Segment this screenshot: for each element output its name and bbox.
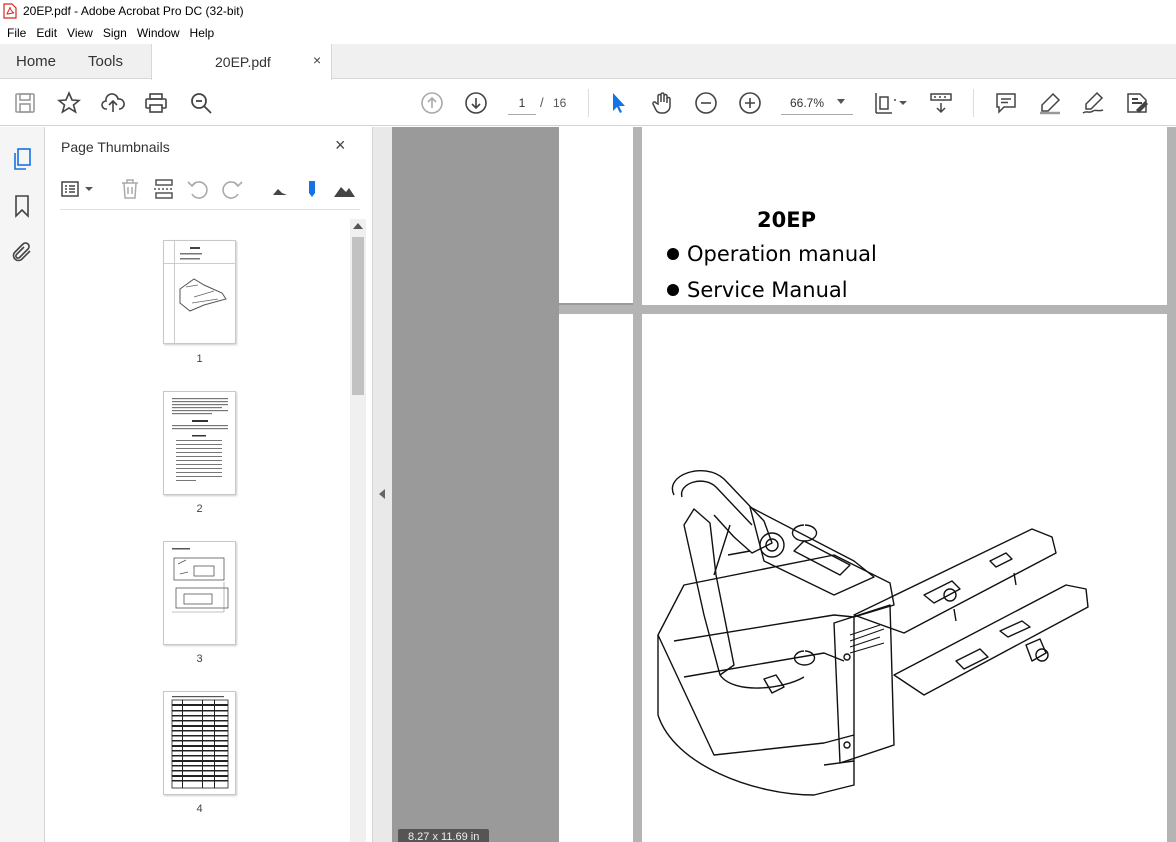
thumbnail-large-icon[interactable] bbox=[332, 177, 356, 201]
page-thumbnail-2[interactable] bbox=[163, 391, 236, 495]
window-title: 20EP.pdf - Adobe Acrobat Pro DC (32-bit) bbox=[23, 4, 244, 18]
print-icon[interactable] bbox=[144, 91, 168, 115]
thumbnail-4-content bbox=[171, 696, 229, 789]
tab-home[interactable]: Home bbox=[16, 53, 56, 70]
menu-bar: File Edit View Sign Window Help bbox=[0, 22, 1176, 44]
thumbnail-2-number: 2 bbox=[196, 503, 203, 515]
attachments-icon[interactable] bbox=[10, 240, 34, 264]
menu-window[interactable]: Window bbox=[137, 26, 180, 40]
document-tab-label: 20EP.pdf bbox=[215, 54, 271, 70]
page-size-indicator: 8.27 x 11.69 in bbox=[398, 829, 490, 842]
bullet-dot-icon bbox=[667, 248, 679, 260]
panel-collapse-strip[interactable] bbox=[373, 127, 392, 842]
zoom-select[interactable]: 66.7% bbox=[781, 91, 853, 115]
select-cursor-icon[interactable] bbox=[606, 91, 630, 115]
delete-page-icon[interactable] bbox=[118, 177, 142, 201]
page-frame-line bbox=[559, 305, 1167, 314]
page-thumbnails-icon[interactable] bbox=[10, 147, 34, 171]
page-frame-line bbox=[1167, 127, 1176, 842]
document-view[interactable]: 20EP Operation manual Service Manual 8.2… bbox=[392, 127, 1176, 842]
page-down-icon[interactable] bbox=[464, 91, 488, 115]
toolbar-divider bbox=[973, 89, 974, 117]
page-number-input[interactable]: 1 bbox=[508, 91, 536, 115]
zoom-out-icon[interactable] bbox=[694, 91, 718, 115]
thumbnail-3-content bbox=[172, 548, 229, 613]
options-menu-icon[interactable] bbox=[60, 177, 84, 201]
hand-icon[interactable] bbox=[650, 91, 674, 115]
menu-file[interactable]: File bbox=[7, 26, 26, 40]
save-icon[interactable] bbox=[13, 91, 37, 115]
menu-help[interactable]: Help bbox=[190, 26, 215, 40]
scrollbar-thumb[interactable] bbox=[352, 237, 364, 395]
document-title: 20EP bbox=[757, 208, 816, 232]
scroll-up-arrow-icon[interactable] bbox=[353, 223, 363, 229]
thumbnails-scrollbar[interactable] bbox=[350, 219, 366, 842]
chevron-down-icon bbox=[837, 99, 845, 104]
tab-bar: Home Tools 20EP.pdf × bbox=[0, 44, 1176, 80]
total-pages: 16 bbox=[553, 96, 567, 110]
page-thumbnail-3[interactable] bbox=[163, 541, 236, 645]
title-bar: 20EP.pdf - Adobe Acrobat Pro DC (32-bit) bbox=[0, 0, 1176, 22]
close-panel-icon[interactable]: × bbox=[335, 135, 346, 156]
bullet-dot-icon bbox=[667, 284, 679, 296]
tab-tools[interactable]: Tools bbox=[88, 53, 123, 70]
thumbnail-1-content bbox=[164, 241, 235, 343]
thumbnail-2-content bbox=[172, 398, 228, 481]
comment-icon[interactable] bbox=[994, 91, 1018, 115]
panel-divider bbox=[60, 209, 360, 210]
options-dropdown-icon[interactable] bbox=[84, 177, 94, 201]
page-fit-icon[interactable] bbox=[872, 91, 898, 115]
page-thumbnail-1[interactable] bbox=[163, 240, 236, 344]
sign-icon[interactable] bbox=[1081, 91, 1105, 115]
page-frame-line bbox=[633, 127, 642, 842]
zoom-in-icon[interactable] bbox=[738, 91, 762, 115]
thumbnail-4-number: 4 bbox=[196, 803, 203, 815]
thumbnail-1-number: 1 bbox=[196, 353, 203, 365]
pallet-truck-illustration bbox=[657, 470, 1089, 796]
bookmark-star-icon[interactable] bbox=[56, 90, 82, 115]
thumbnail-3-number: 3 bbox=[196, 653, 203, 665]
menu-sign[interactable]: Sign bbox=[103, 26, 127, 40]
thumbnail-size-slider-icon[interactable] bbox=[300, 177, 324, 201]
upload-icon[interactable] bbox=[101, 91, 125, 115]
page-thumbnail-4[interactable] bbox=[163, 691, 236, 795]
scroll-mode-icon[interactable] bbox=[929, 91, 953, 115]
bookmarks-icon[interactable] bbox=[10, 194, 34, 218]
tab-document[interactable]: 20EP.pdf × bbox=[151, 44, 332, 80]
toolbar-divider bbox=[588, 89, 589, 117]
bullet-service-manual: Service Manual bbox=[667, 278, 848, 302]
page-up-icon[interactable] bbox=[420, 91, 444, 115]
insert-page-icon[interactable] bbox=[152, 177, 176, 201]
acrobat-pdf-icon bbox=[3, 3, 17, 19]
menu-edit[interactable]: Edit bbox=[36, 26, 57, 40]
close-tab-icon[interactable]: × bbox=[313, 52, 321, 68]
collapse-left-arrow-icon[interactable] bbox=[379, 489, 385, 499]
menu-view[interactable]: View bbox=[67, 26, 93, 40]
bullet-text: Service Manual bbox=[687, 278, 848, 302]
rotate-left-icon[interactable] bbox=[186, 177, 210, 201]
page-fit-dropdown-icon[interactable] bbox=[898, 91, 908, 115]
thumbnail-toolbar bbox=[60, 175, 360, 205]
bullet-operation-manual: Operation manual bbox=[667, 242, 877, 266]
highlight-icon[interactable] bbox=[1038, 91, 1062, 115]
zoom-value: 66.7% bbox=[790, 96, 825, 110]
redact-icon[interactable] bbox=[1125, 91, 1149, 115]
bullet-text: Operation manual bbox=[687, 242, 877, 266]
page-thumbnails-panel: Page Thumbnails × 1 2 3 4 bbox=[45, 127, 373, 842]
rotate-right-icon[interactable] bbox=[220, 177, 244, 201]
panel-title: Page Thumbnails bbox=[61, 139, 170, 155]
thumbnail-small-icon[interactable] bbox=[268, 177, 292, 201]
page-separator: / bbox=[540, 95, 544, 110]
zoom-search-icon[interactable] bbox=[189, 91, 213, 115]
left-navigation-rail bbox=[0, 127, 45, 842]
main-toolbar: 1 / 16 66.7% bbox=[0, 80, 1176, 126]
